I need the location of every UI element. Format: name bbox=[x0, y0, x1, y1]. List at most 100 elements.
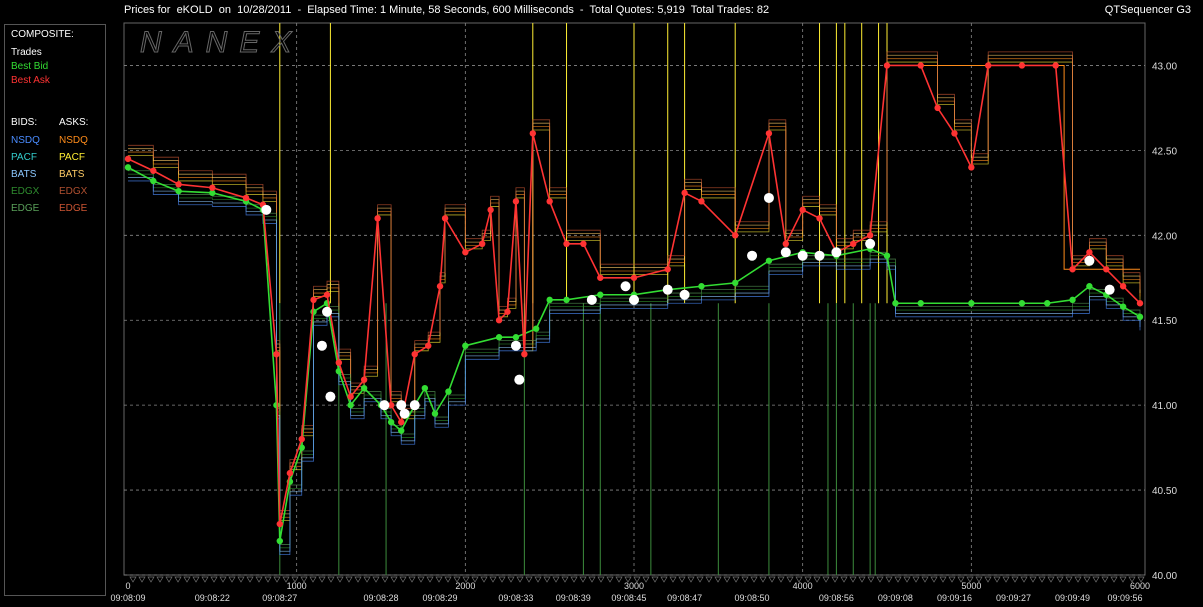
x-time-marker bbox=[480, 576, 488, 583]
best-ask-point bbox=[883, 62, 891, 69]
legend-bid-edgx: EDGX bbox=[11, 186, 40, 197]
app-name: QTSequencer G3 bbox=[1104, 4, 1191, 16]
x-time-marker bbox=[183, 576, 191, 583]
x-time-marker bbox=[912, 576, 920, 583]
x-tick-label: 5000 bbox=[961, 581, 981, 591]
trade-point bbox=[322, 306, 333, 317]
x-time-marker bbox=[1002, 576, 1010, 583]
best-ask-point bbox=[951, 130, 958, 137]
time-label: 09:09:27 bbox=[996, 593, 1031, 603]
x-time-marker bbox=[372, 576, 380, 583]
x-time-marker bbox=[651, 576, 659, 583]
x-time-marker bbox=[669, 576, 677, 583]
x-time-marker bbox=[759, 576, 767, 583]
x-time-marker bbox=[201, 576, 209, 583]
best-bid-point bbox=[445, 388, 452, 395]
x-time-marker bbox=[606, 576, 614, 583]
trade-point bbox=[662, 284, 673, 295]
best-ask-point bbox=[1103, 266, 1110, 273]
x-time-marker bbox=[687, 576, 695, 583]
legend-best-ask: Best Ask bbox=[11, 75, 50, 86]
x-time-marker bbox=[876, 576, 884, 583]
x-time-marker bbox=[525, 576, 533, 583]
trade-point bbox=[1084, 255, 1095, 266]
trade-point bbox=[831, 247, 842, 258]
best-ask-point bbox=[487, 206, 494, 214]
x-time-marker bbox=[660, 576, 668, 583]
x-tick-label: 6000 bbox=[1130, 581, 1150, 591]
best-bid-point bbox=[1069, 296, 1076, 304]
best-bid-point bbox=[563, 296, 570, 304]
best-bid-point bbox=[698, 283, 705, 290]
x-tick-label: 1000 bbox=[287, 581, 307, 591]
x-tick-label: 3000 bbox=[624, 581, 644, 591]
best-bid-point bbox=[360, 384, 368, 392]
trade-point bbox=[747, 250, 758, 261]
x-time-marker bbox=[516, 576, 524, 583]
best-ask-point bbox=[664, 266, 671, 273]
legend-composite-header: COMPOSITE: bbox=[11, 29, 74, 40]
x-time-marker bbox=[327, 576, 335, 583]
x-time-marker bbox=[399, 576, 407, 583]
x-time-marker bbox=[696, 576, 704, 583]
best-bid-point bbox=[495, 334, 503, 341]
x-time-marker bbox=[993, 576, 1001, 583]
x-time-marker bbox=[237, 576, 245, 583]
x-time-marker bbox=[273, 576, 281, 583]
time-label: 09:08:09 bbox=[110, 593, 145, 603]
x-time-marker bbox=[417, 576, 425, 583]
legend-ask-edge: EDGE bbox=[59, 203, 88, 214]
legend-ask-bats: BATS bbox=[59, 169, 85, 180]
best-bid-point bbox=[1044, 300, 1051, 307]
best-ask-point bbox=[630, 274, 638, 281]
legend-bid-edge: EDGE bbox=[11, 203, 40, 214]
x-time-marker bbox=[885, 576, 893, 583]
y-tick-label: 40.50 bbox=[1152, 486, 1177, 497]
trade-point bbox=[409, 400, 420, 411]
trade-point bbox=[316, 340, 327, 351]
best-ask-point bbox=[580, 240, 587, 247]
x-time-marker bbox=[867, 576, 875, 583]
trade-point bbox=[780, 247, 791, 258]
x-time-marker bbox=[435, 576, 443, 583]
best-ask-point bbox=[398, 418, 405, 426]
x-time-marker bbox=[1110, 576, 1118, 583]
best-bid-point bbox=[124, 164, 132, 171]
x-time-marker bbox=[345, 576, 353, 583]
x-time-marker bbox=[1047, 576, 1055, 583]
best-ask-point bbox=[425, 342, 432, 349]
x-time-marker bbox=[264, 576, 272, 583]
best-ask-point bbox=[799, 206, 806, 214]
x-time-marker bbox=[1065, 576, 1073, 583]
time-label: 09:09:56 bbox=[1107, 593, 1142, 603]
best-bid-point bbox=[512, 334, 520, 341]
time-label: 09:08:29 bbox=[423, 593, 458, 603]
best-bid-point bbox=[1136, 313, 1144, 321]
best-ask-point bbox=[529, 130, 536, 137]
best-bid-point bbox=[597, 291, 604, 298]
best-ask-point bbox=[968, 164, 975, 171]
trade-point bbox=[814, 250, 825, 261]
best-bid-point bbox=[310, 308, 317, 315]
legend-bids-header: BIDS: bbox=[11, 117, 38, 128]
best-bid-point bbox=[398, 427, 405, 434]
legend-bid-pacf: PACF bbox=[11, 152, 37, 163]
x-time-marker bbox=[858, 576, 866, 583]
x-time-marker bbox=[822, 576, 830, 583]
x-time-marker bbox=[831, 576, 839, 583]
legend-ask-pacf: PACF bbox=[59, 152, 85, 163]
best-bid-point bbox=[431, 410, 439, 417]
trade-point bbox=[620, 281, 631, 292]
x-time-marker bbox=[723, 576, 731, 583]
x-time-marker bbox=[984, 576, 992, 583]
best-ask-point bbox=[1119, 283, 1127, 290]
x-time-marker bbox=[561, 576, 569, 583]
best-ask-point bbox=[1052, 62, 1059, 69]
x-time-marker bbox=[498, 576, 506, 583]
time-label: 09:08:47 bbox=[667, 593, 702, 603]
best-ask-point bbox=[1136, 300, 1144, 307]
best-ask-point bbox=[698, 198, 705, 205]
best-ask-point bbox=[462, 249, 469, 256]
x-time-marker bbox=[570, 576, 578, 583]
x-time-marker bbox=[444, 576, 452, 583]
